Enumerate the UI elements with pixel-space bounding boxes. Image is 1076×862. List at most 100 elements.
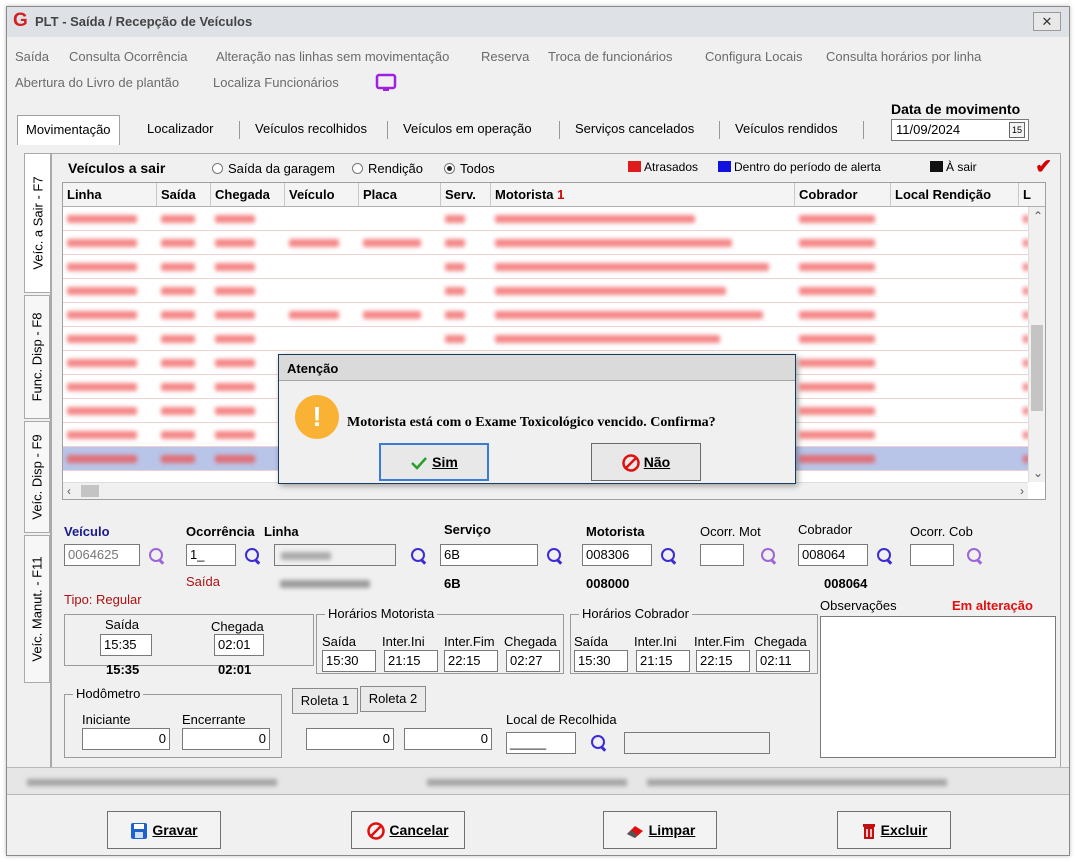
hm-inter-fim-field[interactable]: 22:15 bbox=[444, 650, 498, 672]
veiculo-label: Veículo bbox=[64, 524, 110, 539]
hm-inter-ini-field[interactable]: 21:15 bbox=[384, 650, 438, 672]
col-linha[interactable]: Linha bbox=[63, 183, 157, 207]
table-row[interactable] bbox=[63, 279, 1029, 303]
tab-veiculos-em-operacao[interactable]: Veículos em operação bbox=[395, 115, 540, 145]
tipo-label: Tipo: Regular bbox=[64, 592, 142, 607]
calendar-icon[interactable]: 15 bbox=[1009, 122, 1025, 138]
col-serv[interactable]: Serv. bbox=[441, 183, 491, 207]
observacoes-field[interactable] bbox=[820, 616, 1056, 758]
search-ocorr-cob-icon[interactable] bbox=[966, 547, 984, 565]
menu-abertura-livro[interactable]: Abertura do Livro de plantão bbox=[15, 75, 179, 90]
grid-title: Veículos a sair bbox=[68, 160, 166, 176]
title-bar: G PLT - Saída / Recepção de Veículos ✕ bbox=[7, 7, 1069, 37]
close-button[interactable]: ✕ bbox=[1033, 12, 1061, 31]
col-chegada[interactable]: Chegada bbox=[211, 183, 285, 207]
menu-consulta-horarios[interactable]: Consulta horários por linha bbox=[826, 49, 981, 64]
iniciante-field[interactable]: 0 bbox=[82, 728, 170, 750]
side-tab-func-disp[interactable]: Func. Disp - F8 bbox=[24, 295, 50, 419]
menu-localiza-funcionarios[interactable]: Localiza Funcionários bbox=[213, 75, 339, 90]
menu-configura-locais[interactable]: Configura Locais bbox=[705, 49, 803, 64]
col-motorista[interactable]: Motorista 1 bbox=[491, 183, 795, 207]
roleta1-field[interactable]: 0 bbox=[306, 728, 394, 750]
roleta2-field[interactable]: 0 bbox=[404, 728, 492, 750]
linha-field[interactable] bbox=[274, 544, 396, 566]
checkmark-icon[interactable]: ✔ bbox=[1035, 154, 1052, 179]
menu-consulta-ocorrencia[interactable]: Consulta Ocorrência bbox=[69, 49, 188, 64]
date-field[interactable]: 11/09/2024 15 bbox=[891, 119, 1029, 141]
menu-saida[interactable]: Saída bbox=[15, 49, 49, 64]
side-tab-veic-manut[interactable]: Veíc. Manut. - F11 bbox=[24, 535, 50, 683]
motorista-field[interactable]: 008306 bbox=[582, 544, 652, 566]
tab-veiculos-rendidos[interactable]: Veículos rendidos bbox=[727, 115, 846, 145]
search-ocorr-mot-icon[interactable] bbox=[760, 547, 778, 565]
hm-chegada-field[interactable]: 02:27 bbox=[506, 650, 560, 672]
table-row[interactable] bbox=[63, 303, 1029, 327]
col-veiculo[interactable]: Veículo bbox=[285, 183, 359, 207]
menu-alteracao-linhas[interactable]: Alteração nas linhas sem movimentação bbox=[216, 49, 449, 64]
tab-localizador[interactable]: Localizador bbox=[139, 115, 222, 145]
horizontal-scrollbar[interactable]: ‹ › bbox=[63, 482, 1028, 499]
menu-reserva[interactable]: Reserva bbox=[481, 49, 529, 64]
limpar-button[interactable]: Limpar bbox=[603, 811, 717, 849]
radio-saida-garagem[interactable]: Saída da garagem bbox=[212, 161, 335, 176]
table-row[interactable] bbox=[63, 207, 1029, 231]
side-tab-veic-disp[interactable]: Veíc. Disp - F9 bbox=[24, 421, 50, 533]
app-logo-icon: G bbox=[13, 10, 28, 31]
search-local-icon[interactable] bbox=[590, 734, 608, 752]
hc-inter-fim-label: Inter.Fim bbox=[694, 634, 745, 649]
hm-saida-field[interactable]: 15:30 bbox=[322, 650, 376, 672]
tab-movimentacao[interactable]: Movimentação bbox=[17, 115, 120, 145]
table-row[interactable] bbox=[63, 255, 1029, 279]
roleta2-tab[interactable]: Roleta 2 bbox=[360, 686, 426, 712]
local-recolhida-field[interactable]: _____ bbox=[506, 732, 576, 754]
monitor-icon[interactable] bbox=[375, 73, 397, 93]
cancelar-button[interactable]: Cancelar bbox=[351, 811, 465, 849]
hc-saida-field[interactable]: 15:30 bbox=[574, 650, 628, 672]
trash-icon bbox=[862, 824, 875, 840]
chegada-field[interactable]: 02:01 bbox=[214, 634, 264, 656]
hc-chegada-field[interactable]: 02:11 bbox=[756, 650, 810, 672]
sim-button[interactable]: Sim bbox=[379, 443, 489, 481]
search-cobrador-icon[interactable] bbox=[876, 547, 894, 565]
nao-button[interactable]: Não bbox=[591, 443, 701, 481]
cancel-icon bbox=[622, 454, 640, 473]
col-saida[interactable]: Saída bbox=[157, 183, 211, 207]
encerrante-field[interactable]: 0 bbox=[182, 728, 270, 750]
search-veiculo-icon[interactable] bbox=[148, 547, 166, 565]
col-local-rendicao[interactable]: Local Rendição bbox=[891, 183, 1019, 207]
side-tab-veic-a-sair[interactable]: Veíc. a Sair - F7 bbox=[24, 153, 50, 293]
saida-field[interactable]: 15:35 bbox=[100, 634, 152, 656]
roleta1-tab[interactable]: Roleta 1 bbox=[292, 688, 358, 714]
chegada-caption: 02:01 bbox=[218, 662, 252, 677]
ocorr-mot-field[interactable] bbox=[700, 544, 744, 566]
search-linha-icon[interactable] bbox=[410, 547, 428, 565]
search-motorista-icon[interactable] bbox=[660, 547, 678, 565]
ocorrencia-field[interactable]: 1_ bbox=[186, 544, 236, 566]
search-servico-icon[interactable] bbox=[546, 547, 564, 565]
ocorr-cob-field[interactable] bbox=[910, 544, 954, 566]
radio-todos[interactable]: Todos bbox=[444, 161, 495, 176]
veiculo-field[interactable]: 0064625 bbox=[64, 544, 140, 566]
motorista-caption: 008000 bbox=[586, 576, 630, 591]
tab-veiculos-recolhidos[interactable]: Veículos recolhidos bbox=[247, 115, 375, 145]
cobrador-field[interactable]: 008064 bbox=[798, 544, 868, 566]
col-l[interactable]: L bbox=[1019, 183, 1045, 207]
hc-inter-ini-field[interactable]: 21:15 bbox=[636, 650, 690, 672]
excluir-button[interactable]: Excluir bbox=[837, 811, 951, 849]
radio-rendicao[interactable]: Rendição bbox=[352, 161, 423, 176]
hc-inter-fim-field[interactable]: 22:15 bbox=[696, 650, 750, 672]
vertical-scrollbar[interactable]: ⌃ ⌄ bbox=[1028, 207, 1045, 482]
table-row[interactable] bbox=[63, 231, 1029, 255]
col-placa[interactable]: Placa bbox=[359, 183, 441, 207]
search-ocorrencia-icon[interactable] bbox=[244, 547, 262, 565]
legend-alerta: Dentro do período de alerta bbox=[718, 160, 881, 174]
sort-icon: 1 bbox=[557, 187, 565, 202]
hc-inter-ini-label: Inter.Ini bbox=[634, 634, 677, 649]
servico-field[interactable]: 6B bbox=[440, 544, 538, 566]
linha-label: Linha bbox=[264, 524, 299, 539]
tab-servicos-cancelados[interactable]: Serviços cancelados bbox=[567, 115, 702, 145]
menu-troca-funcionarios[interactable]: Troca de funcionários bbox=[548, 49, 673, 64]
table-row[interactable] bbox=[63, 327, 1029, 351]
gravar-button[interactable]: Gravar bbox=[107, 811, 221, 849]
col-cobrador[interactable]: Cobrador bbox=[795, 183, 891, 207]
